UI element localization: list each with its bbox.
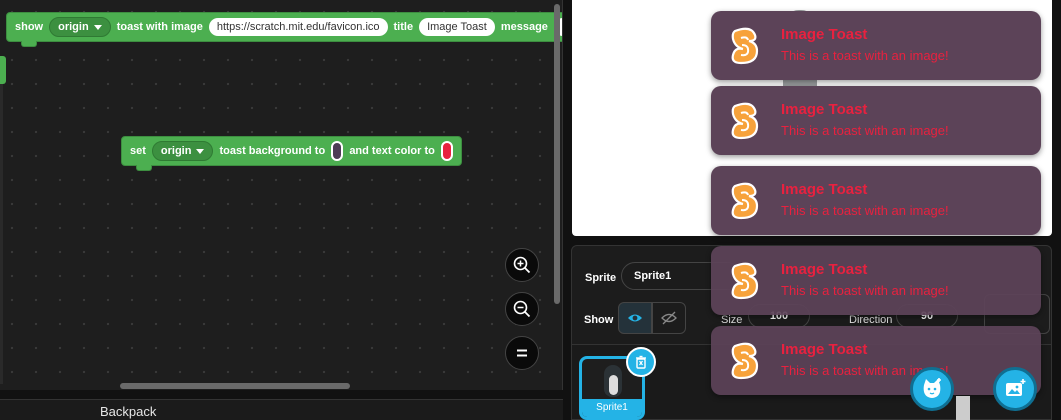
block-notch	[21, 41, 37, 47]
backpack-header[interactable]: Backpack	[0, 399, 563, 420]
chevron-down-icon	[93, 24, 102, 30]
penguin-belly	[609, 375, 618, 395]
toast-title: Image Toast	[781, 26, 868, 43]
trash-icon	[636, 355, 646, 369]
title-input[interactable]: Image Toast	[419, 18, 495, 36]
block-set-label: set	[130, 145, 146, 157]
choose-backdrop-button[interactable]	[993, 367, 1037, 411]
zoom-reset-button[interactable]	[505, 336, 539, 370]
zoom-in-icon	[513, 256, 531, 274]
toast-title: Image Toast	[781, 261, 868, 278]
toast-notification[interactable]: Image Toast This is a toast with an imag…	[711, 11, 1041, 80]
show-sprite-toggle[interactable]	[618, 302, 652, 334]
toast-notification[interactable]: Image Toast This is a toast with an imag…	[711, 166, 1041, 235]
delete-sprite-button[interactable]	[626, 347, 656, 377]
block-show-label: show	[15, 21, 44, 33]
cat-add-icon	[923, 378, 941, 398]
eye-icon	[628, 314, 642, 322]
target-dropdown-2[interactable]: origin	[151, 141, 214, 161]
block-message-label: message	[500, 21, 548, 33]
size-label: Size	[721, 314, 743, 326]
block-notch	[136, 165, 152, 171]
toast-notification[interactable]: Image Toast This is a toast with an imag…	[711, 86, 1041, 155]
choose-sprite-button[interactable]	[910, 367, 954, 411]
toast-notification[interactable]: Image Toast This is a toast with an imag…	[711, 326, 1041, 395]
image-url-input[interactable]: https://scratch.mit.edu/favicon.ico	[208, 18, 388, 36]
backpack-label: Backpack	[100, 404, 157, 419]
collapsed-block-tab[interactable]	[0, 56, 6, 84]
toast-message: This is a toast with an image!	[781, 203, 949, 218]
text-color-picker[interactable]	[440, 141, 453, 161]
horizontal-scrollbar[interactable]	[120, 383, 350, 389]
code-workspace[interactable]: show origin toast with image https://scr…	[0, 0, 563, 390]
block-bg-label: toast background to	[219, 145, 326, 157]
vertical-scrollbar[interactable]	[554, 4, 560, 304]
scratch-logo-icon	[731, 102, 759, 140]
target-dropdown-value: origin	[58, 21, 89, 33]
toast-title: Image Toast	[781, 101, 868, 118]
target-dropdown-value: origin	[160, 145, 192, 157]
scratch-logo-icon	[731, 27, 759, 65]
target-dropdown[interactable]: origin	[49, 17, 111, 37]
block-title-label: title	[393, 21, 414, 33]
hide-sprite-toggle[interactable]	[652, 302, 686, 334]
zoom-out-icon	[513, 300, 531, 318]
show-toast-block[interactable]: show origin toast with image https://scr…	[6, 12, 562, 47]
sprite-thumbnail-name: Sprite1	[582, 399, 642, 417]
zoom-out-button[interactable]	[505, 292, 539, 326]
scratch-logo-icon	[731, 262, 759, 300]
eye-slash-icon	[661, 311, 677, 325]
toast-title: Image Toast	[781, 181, 868, 198]
sprite-label: Sprite	[585, 272, 617, 284]
toast-message: This is a toast with an image!	[781, 123, 949, 138]
show-label: Show	[584, 314, 614, 326]
background-color-picker[interactable]	[331, 141, 344, 161]
toast-title: Image Toast	[781, 341, 868, 358]
image-add-icon	[1006, 379, 1026, 396]
block-text-color-label: and text color to	[349, 145, 435, 157]
zoom-in-button[interactable]	[505, 248, 539, 282]
app-root: show origin toast with image https://scr…	[0, 0, 1061, 420]
toast-message: This is a toast with an image!	[781, 283, 949, 298]
block-with-image-label: toast with image	[116, 21, 203, 33]
set-toast-colors-block[interactable]: set origin toast background to and text …	[121, 136, 462, 171]
direction-label: Direction	[849, 314, 893, 326]
sprite-list-scrollbar[interactable]	[956, 396, 970, 420]
toast-notification[interactable]: Image Toast This is a toast with an imag…	[711, 246, 1041, 315]
toast-message: This is a toast with an image!	[781, 48, 949, 63]
scratch-logo-icon	[731, 182, 759, 220]
chevron-down-icon	[196, 148, 205, 154]
workspace-edge	[0, 84, 3, 384]
scratch-logo-icon	[731, 342, 759, 380]
zoom-reset-icon	[517, 349, 527, 357]
